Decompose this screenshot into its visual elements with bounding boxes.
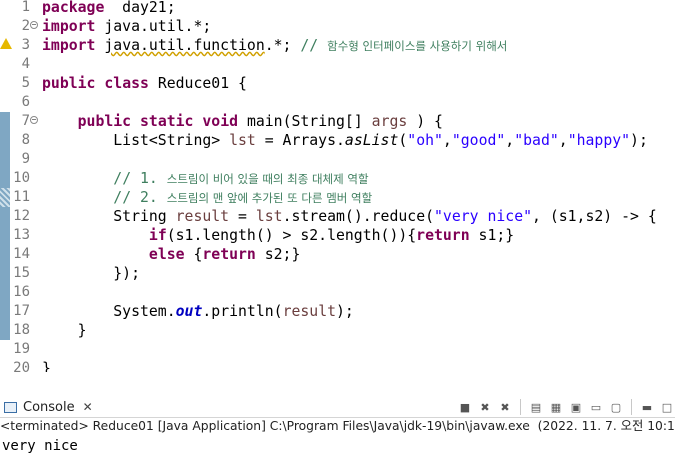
code-line[interactable]: 14 else {return s2;} [0, 245, 675, 264]
line-number: 19 [13, 341, 30, 357]
line-number: 20 [13, 360, 30, 372]
line-number: 16 [13, 284, 30, 300]
code-text: String result = lst.stream().reduce("ver… [42, 208, 657, 225]
code-text: } [42, 322, 87, 339]
line-number: 11 [13, 189, 30, 205]
word-wrap-icon[interactable]: ▦ [548, 399, 564, 415]
code-line[interactable]: 11 // 2. 스트림의 맨 앞에 추가된 또 다른 멤버 역할 [0, 188, 675, 207]
code-line[interactable]: 9 [0, 150, 675, 169]
line-number: 12 [13, 208, 30, 224]
fold-toggle-icon[interactable]: − [30, 21, 38, 29]
code-text: else {return s2;} [148, 246, 301, 263]
code-text: public static void main(String[] args ) … [77, 113, 443, 130]
code-text: System.out.println(result); [42, 303, 354, 320]
code-text: // 2. 스트림의 맨 앞에 추가된 또 다른 멤버 역할 [113, 189, 373, 206]
console-icon [4, 401, 17, 413]
line-number: 4 [21, 56, 30, 72]
code-text: } [42, 360, 51, 372]
code-text: if(s1.length() > s2.length()){return s1;… [148, 227, 515, 244]
open-console-icon[interactable]: ▭ [588, 399, 604, 415]
close-icon[interactable]: ✕ [83, 400, 93, 414]
code-line[interactable]: 16 [0, 283, 675, 302]
code-line[interactable]: 5 public class Reduce01 { [0, 74, 675, 93]
line-number: 2 [21, 18, 30, 34]
line-number: 17 [13, 303, 30, 319]
code-line[interactable]: 13 if(s1.length() > s2.length()){return … [0, 226, 675, 245]
remove-all-icon[interactable]: ✖ [497, 399, 513, 415]
tab-console[interactable]: Console ✕ [4, 397, 93, 417]
line-number: 3 [21, 37, 30, 53]
code-line[interactable]: 12 String result = lst.stream().reduce("… [0, 207, 675, 226]
line-number: 10 [13, 170, 30, 186]
code-line[interactable]: 18 } [0, 321, 675, 340]
code-line[interactable]: 4 [0, 55, 675, 74]
code-line[interactable]: 3 import java.util.function.*; // 함수형 인터페… [0, 36, 675, 55]
console-output[interactable]: very nice [2, 437, 78, 455]
display-console-icon[interactable]: ▢ [608, 399, 624, 415]
fold-toggle-icon[interactable]: − [30, 116, 38, 124]
line-number: 6 [21, 94, 30, 110]
code-line[interactable]: 17 System.out.println(result); [0, 302, 675, 321]
line-number: 1 [21, 0, 30, 15]
maximize-icon[interactable]: □ [659, 399, 675, 415]
code-line[interactable]: 6 [0, 93, 675, 112]
code-text: public class Reduce01 { [42, 75, 247, 92]
line-number: 15 [13, 265, 30, 281]
code-line[interactable]: 8 List<String> lst = Arrays.asList("oh",… [0, 131, 675, 150]
line-number: 13 [13, 227, 30, 243]
code-text: List<String> lst = Arrays.asList("oh","g… [42, 132, 648, 149]
code-text: // 1. 스트림이 비어 있을 때의 최종 대체제 역할 [113, 170, 369, 187]
pin-icon[interactable]: ▣ [568, 399, 584, 415]
code-line[interactable]: 10 // 1. 스트림이 비어 있을 때의 최종 대체제 역할 [0, 169, 675, 188]
toolbar-separator [631, 399, 632, 415]
line-number: 7 [21, 113, 30, 129]
console-panel: Console ✕ ■ ✖ ✖ ▤ ▦ ▣ ▭ ▢ ▬ □ <terminate… [0, 372, 675, 457]
launch-status: <terminated> Reduce01 [Java Application]… [0, 419, 675, 433]
code-line[interactable]: 15 }); [0, 264, 675, 283]
minimize-icon[interactable]: ▬ [639, 399, 655, 415]
scroll-lock-icon[interactable]: ▤ [528, 399, 544, 415]
line-number: 9 [21, 151, 30, 167]
console-toolbar: ■ ✖ ✖ ▤ ▦ ▣ ▭ ▢ ▬ □ [457, 397, 675, 417]
code-text: package day21; [42, 0, 176, 16]
line-number: 14 [13, 246, 30, 262]
code-line[interactable]: 7− public static void main(String[] args… [0, 112, 675, 131]
code-line[interactable]: 19 [0, 340, 675, 359]
code-line[interactable]: 2− import java.util.*; [0, 17, 675, 36]
square-stop-icon[interactable]: ■ [457, 399, 473, 415]
remove-launch-icon[interactable]: ✖ [477, 399, 493, 415]
code-text: import java.util.*; [42, 18, 212, 35]
line-number: 8 [21, 132, 30, 148]
tab-console-label: Console [23, 399, 75, 415]
code-editor[interactable]: 1 package day21; 2− import java.util.*; 3 imp… [0, 0, 675, 372]
code-line[interactable]: 1 package day21; [0, 0, 675, 17]
line-number: 18 [13, 322, 30, 338]
code-text: }); [42, 265, 140, 282]
code-line[interactable]: 20} [0, 359, 675, 372]
code-text: import java.util.function.*; // 함수형 인터페이… [42, 37, 508, 54]
toolbar-separator [520, 399, 521, 415]
line-number: 5 [21, 75, 30, 91]
